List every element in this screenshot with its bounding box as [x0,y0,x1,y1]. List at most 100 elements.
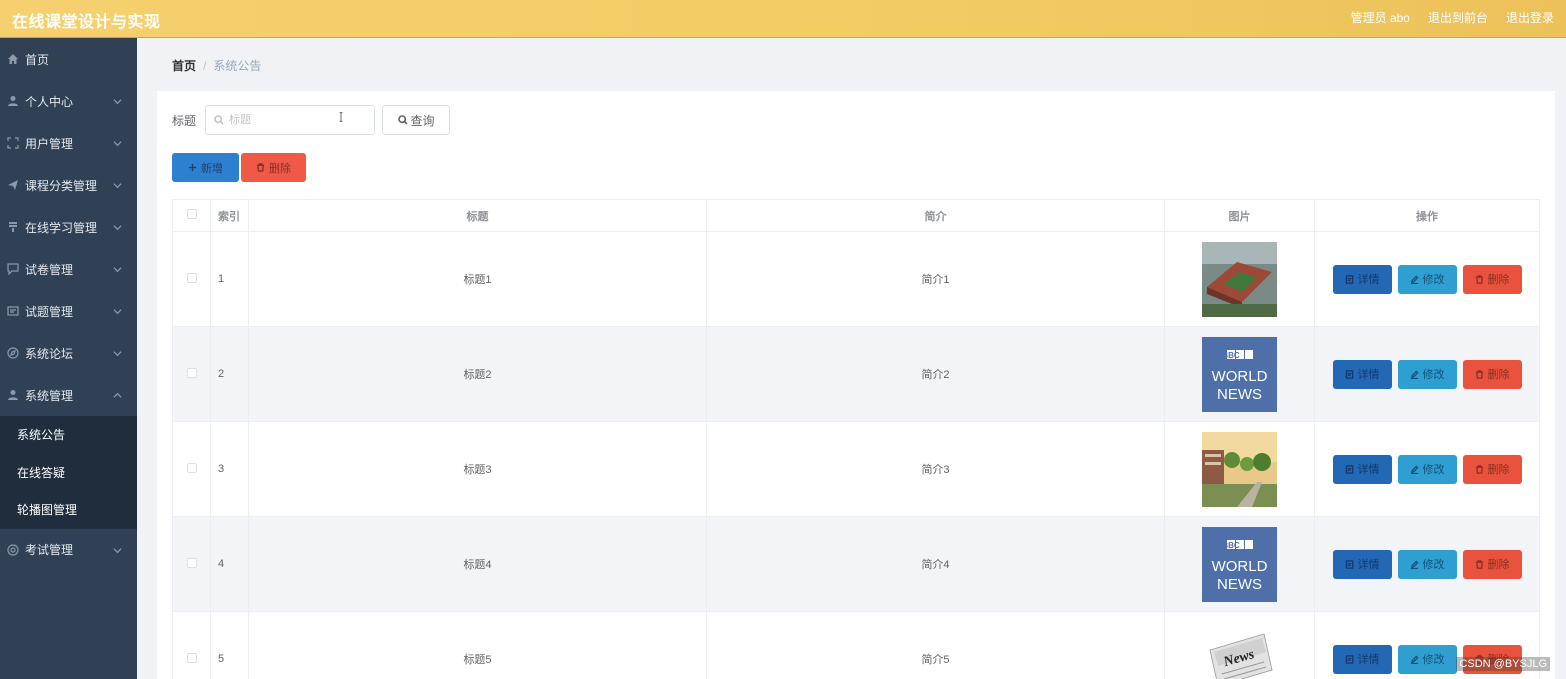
edit-label: 修改 [1422,274,1445,286]
sidebar-subitem-announcements[interactable]: 系统公告 [0,416,137,454]
sidebar-item-home[interactable]: 首页 [0,38,137,80]
edit-label: 修改 [1422,654,1445,666]
row-select-cell[interactable] [172,326,211,422]
sidebar: 首页 个人中心 用户管理 课程分类管理 在线学习管理 试卷管理 试题管理 系统论… [0,38,137,679]
sidebar-item-exam-papers[interactable]: 试卷管理 [0,248,137,290]
chevron-down-icon [113,221,123,231]
select-all-checkbox[interactable] [186,209,197,219]
chevron-down-icon [113,137,123,147]
sidebar-subitem-qa[interactable]: 在线答疑 [0,453,137,491]
row-image-cell: BBC WORLD NEWS [1164,326,1315,422]
row-checkbox[interactable] [186,557,197,568]
table-row: 2 标题2 简介2 BBC WORLD NEWS 详情 修改 删除 [172,326,1540,422]
row-intro: 简介1 [706,231,1165,327]
chat-icon [6,263,19,276]
row-actions-cell: 详情 修改 删除 [1314,326,1540,422]
sidebar-item-users[interactable]: 用户管理 [0,122,137,164]
row-checkbox[interactable] [186,462,197,473]
row-image-cell: News [1164,611,1315,679]
row-select-cell[interactable] [172,231,211,327]
edit-label: 修改 [1422,369,1445,381]
edit-button[interactable]: 修改 [1397,454,1457,484]
bbc-world-news-thumbnail[interactable]: BBC WORLD NEWS [1202,336,1277,412]
search-form: 标题 查询 [172,105,451,135]
sidebar-item-label: 系统论坛 [25,346,74,361]
campus-aerial-thumbnail[interactable] [1202,241,1277,317]
delete-label: 删除 [1487,464,1510,476]
row-select-cell[interactable] [172,421,211,517]
row-index: 4 [210,516,249,612]
delete-button[interactable]: 删除 [1462,549,1522,579]
search-icon [214,115,224,125]
bbc-news-text: NEWS [1217,576,1262,593]
row-checkbox[interactable] [186,272,197,283]
chevron-down-icon [113,95,123,105]
edit-button[interactable]: 修改 [1397,359,1457,389]
row-intro: 简介5 [706,611,1165,679]
sidebar-item-system[interactable]: 系统管理 [0,374,137,416]
col-header-image: 图片 [1164,199,1315,232]
sidebar-item-exam-management[interactable]: 考试管理 [0,529,137,571]
plus-icon [188,163,197,172]
chevron-down-icon [113,263,123,273]
add-button[interactable]: 新增 [172,153,239,182]
text-cursor-icon [339,112,343,122]
announcements-table: 索引 标题 简介 图片 操作 1 标题1 简介1 详情 修改 删除 2 标题2 … [172,199,1540,679]
detail-button[interactable]: 详情 [1332,359,1392,389]
detail-label: 详情 [1357,274,1380,286]
edit-button[interactable]: 修改 [1397,264,1457,294]
row-title: 标题1 [248,231,707,327]
delete-button[interactable]: 删除 [1462,454,1522,484]
row-actions-cell: 详情 修改 删除 [1314,516,1540,612]
delete-button[interactable]: 删除 [1462,359,1522,389]
edit-button[interactable]: 修改 [1397,549,1457,579]
edit-icon [1410,274,1419,284]
row-title: 标题4 [248,516,707,612]
row-title: 标题2 [248,326,707,422]
sidebar-item-online-learning[interactable]: 在线学习管理 [0,206,137,248]
detail-button[interactable]: 详情 [1332,644,1392,674]
table-row: 4 标题4 简介4 BBC WORLD NEWS 详情 修改 删除 [172,516,1540,612]
row-index: 5 [210,611,249,679]
sidebar-item-forum[interactable]: 系统论坛 [0,332,137,374]
row-title: 标题3 [248,421,707,517]
search-field[interactable] [205,105,376,135]
back-to-front-link[interactable]: 退出到前台 [1428,9,1488,26]
top-links: 管理员 abo 退出到前台 退出登录 [1351,9,1554,26]
table-row: 3 标题3 简介3 详情 修改 删除 [172,421,1540,517]
chevron-down-icon [113,179,123,189]
sidebar-subitem-carousel[interactable]: 轮播图管理 [0,491,137,529]
sidebar-item-questions[interactable]: 试题管理 [0,290,137,332]
query-button[interactable]: 查询 [382,105,451,135]
fullscreen-icon [6,137,19,150]
detail-button[interactable]: 详情 [1332,549,1392,579]
detail-button[interactable]: 详情 [1332,264,1392,294]
detail-button[interactable]: 详情 [1332,454,1392,484]
news-newspaper-thumbnail[interactable]: News [1202,621,1277,679]
bbc-news-text: NEWS [1217,386,1262,403]
row-checkbox[interactable] [186,367,197,378]
admin-user-label[interactable]: 管理员 abo [1351,9,1410,26]
select-all-cell[interactable] [172,199,211,232]
bbc-world-text: WORLD [1212,558,1268,575]
logout-link[interactable]: 退出登录 [1506,9,1554,26]
bbc-world-news-thumbnail[interactable]: BBC WORLD NEWS [1202,526,1277,602]
breadcrumb: 首页 / 系统公告 [172,57,261,74]
row-checkbox[interactable] [186,652,197,663]
sidebar-item-course-category[interactable]: 课程分类管理 [0,164,137,206]
breadcrumb-home[interactable]: 首页 [172,59,196,73]
sidebar-item-profile[interactable]: 个人中心 [0,80,137,122]
edit-button[interactable]: 修改 [1397,644,1457,674]
sidebar-item-label: 课程分类管理 [25,178,98,193]
batch-delete-button[interactable]: 删除 [241,153,306,182]
delete-button[interactable]: 删除 [1462,264,1522,294]
detail-label: 详情 [1357,464,1380,476]
trash-icon [256,163,265,172]
row-select-cell[interactable] [172,611,211,679]
sidebar-item-label: 试卷管理 [25,262,74,277]
trash-icon [1475,369,1483,379]
row-actions-cell: 详情 修改 删除 [1314,421,1540,517]
row-image-cell: BBC WORLD NEWS [1164,516,1315,612]
row-select-cell[interactable] [172,516,211,612]
campus-street-thumbnail[interactable] [1202,431,1277,507]
